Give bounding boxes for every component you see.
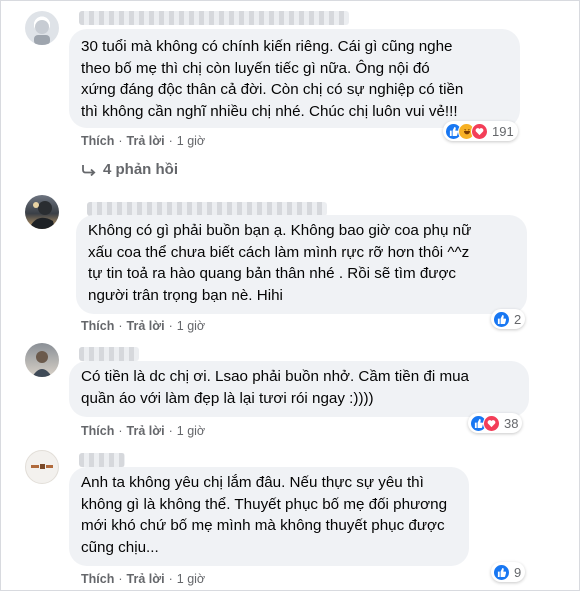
comment-text: Anh ta không yêu chị lắm đâu. Nếu thực s… (81, 474, 448, 556)
separator: · (118, 319, 123, 333)
comment-text: 30 tuổi mà không có chính kiến riêng. Cá… (81, 38, 464, 120)
separator: · (168, 424, 173, 438)
timestamp[interactable]: 1 giờ (177, 572, 205, 586)
avatar[interactable] (25, 11, 59, 45)
like-button[interactable]: Thích (81, 424, 114, 438)
like-button[interactable]: Thích (81, 572, 114, 586)
love-icon (471, 122, 488, 140)
comment-bubble: Anh ta không yêu chị lắm đâu. Nếu thực s… (69, 467, 469, 566)
timestamp[interactable]: 1 giờ (177, 134, 205, 148)
reply-button[interactable]: Trả lời (127, 572, 165, 586)
reaction-count: 9 (514, 564, 522, 580)
love-icon (483, 414, 500, 432)
reaction-summary[interactable]: 9 (491, 562, 526, 582)
separator: · (118, 424, 123, 438)
comment-actions: Thích · Trả lời · 1 giờ (81, 319, 205, 333)
separator: · (168, 134, 173, 148)
author-name-blurred[interactable] (79, 11, 349, 25)
view-replies-link[interactable]: 4 phản hồi (81, 161, 178, 178)
reply-button[interactable]: Trả lời (127, 424, 165, 438)
author-name-blurred[interactable] (79, 347, 139, 361)
avatar[interactable] (25, 343, 59, 377)
separator: · (168, 572, 173, 586)
reply-button[interactable]: Trả lời (127, 319, 165, 333)
comment-list: 30 tuổi mà không có chính kiến riêng. Cá… (0, 0, 580, 591)
avatar-image (34, 20, 50, 45)
reaction-count: 191 (492, 123, 514, 139)
reaction-count: 2 (514, 311, 522, 327)
separator: · (168, 319, 173, 333)
avatar-image (32, 351, 52, 377)
reply-arrow-icon (82, 164, 96, 176)
comment-actions: Thích · Trả lời · 1 giờ (81, 424, 205, 438)
comment-bubble: Có tiền là dc chị ơi. Lsao phải buồn nhở… (69, 361, 529, 417)
comment-actions: Thích · Trả lời · 1 giờ (81, 134, 205, 148)
like-icon (493, 310, 510, 328)
separator: · (118, 572, 123, 586)
avatar[interactable] (25, 450, 59, 484)
like-icon (493, 563, 510, 581)
comment-text: Có tiền là dc chị ơi. Lsao phải buồn nhở… (81, 368, 470, 407)
avatar[interactable] (25, 195, 59, 229)
author-name-blurred[interactable] (79, 453, 125, 467)
reaction-summary[interactable]: 191 (443, 121, 518, 141)
comment-actions: Thích · Trả lời · 1 giờ (81, 572, 205, 586)
author-name-blurred[interactable] (87, 202, 327, 216)
like-button[interactable]: Thích (81, 319, 114, 333)
timestamp[interactable]: 1 giờ (177, 319, 205, 333)
comment-text: Không có gì phải buồn bạn ạ. Không bao g… (88, 222, 472, 304)
reply-button[interactable]: Trả lời (127, 134, 165, 148)
avatar-image (31, 464, 53, 469)
comment-bubble: Không có gì phải buồn bạn ạ. Không bao g… (76, 215, 527, 314)
timestamp[interactable]: 1 giờ (177, 424, 205, 438)
reaction-summary[interactable]: 38 (468, 413, 523, 433)
replies-count-label: 4 phản hồi (103, 161, 178, 178)
comment-bubble: 30 tuổi mà không có chính kiến riêng. Cá… (69, 29, 520, 128)
separator: · (118, 134, 123, 148)
avatar-image (29, 201, 55, 229)
reaction-summary[interactable]: 2 (491, 309, 526, 329)
like-button[interactable]: Thích (81, 134, 114, 148)
reaction-count: 38 (504, 415, 519, 431)
